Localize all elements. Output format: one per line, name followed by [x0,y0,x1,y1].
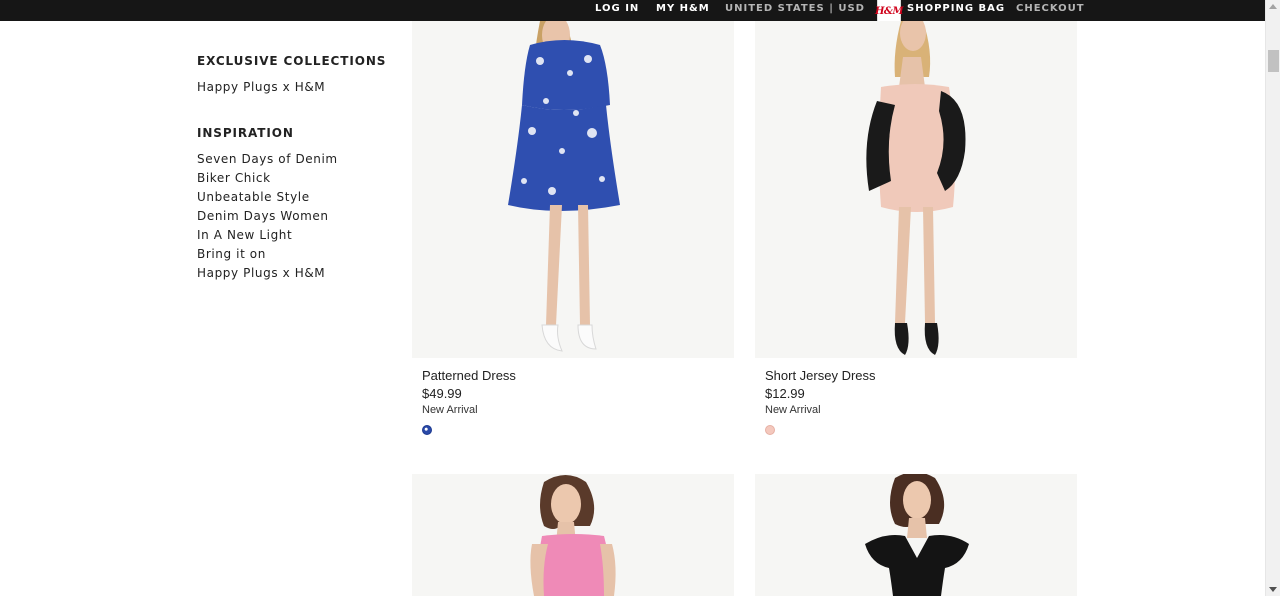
scroll-down-icon[interactable] [1269,587,1277,592]
inspiration-list: Seven Days of Denim Biker Chick Unbeatab… [197,152,338,285]
product-price: $12.99 [765,386,805,401]
product-name[interactable]: Patterned Dress [422,368,516,383]
model-photo-black-top [755,474,1077,596]
login-link[interactable]: LOG IN [595,3,639,15]
model-photo-pink-dress [755,21,1077,358]
scroll-up-icon[interactable] [1269,4,1277,9]
country-currency-selector[interactable]: UNITED STATES | USD [725,3,865,15]
sidebar-item-seven-days-of-denim[interactable]: Seven Days of Denim [197,152,338,171]
sidebar-item-happy-plugs[interactable]: Happy Plugs x H&M [197,80,325,94]
new-arrival-badge: New Arrival [422,404,478,416]
sidebar-item-unbeatable-style[interactable]: Unbeatable Style [197,190,338,209]
sidebar-item-biker-chick[interactable]: Biker Chick [197,171,338,190]
product-price: $49.99 [422,386,462,401]
color-swatch[interactable] [422,425,432,435]
checkout-link[interactable]: CHECKOUT [1016,3,1085,15]
scroll-thumb[interactable] [1268,50,1279,72]
shopping-bag-link[interactable]: SHOPPING BAG [907,3,1005,15]
model-photo-pink-top [412,474,734,596]
sidebar-item-denim-days-women[interactable]: Denim Days Women [197,209,338,228]
top-nav-bar: LOG IN MY H&M UNITED STATES | USD H&M SH… [0,0,1265,24]
color-swatch[interactable] [765,425,775,435]
exclusive-collections-heading: EXCLUSIVE COLLECTIONS [197,54,387,68]
product-image[interactable] [755,21,1077,358]
product-image[interactable] [755,474,1077,596]
inspiration-heading: INSPIRATION [197,126,294,140]
sidebar-item-bring-it-on[interactable]: Bring it on [197,247,338,266]
new-arrival-badge: New Arrival [765,404,821,416]
product-image[interactable] [412,21,734,358]
product-name[interactable]: Short Jersey Dress [765,368,876,383]
product-image[interactable] [412,474,734,596]
page-scrollbar[interactable] [1265,0,1280,596]
sidebar-item-in-a-new-light[interactable]: In A New Light [197,228,338,247]
my-hm-link[interactable]: MY H&M [656,3,710,15]
model-photo-blue-dress [412,21,734,358]
bag-logo-text: H&M [874,6,904,17]
sidebar-item-happy-plugs-inspiration[interactable]: Happy Plugs x H&M [197,266,338,285]
